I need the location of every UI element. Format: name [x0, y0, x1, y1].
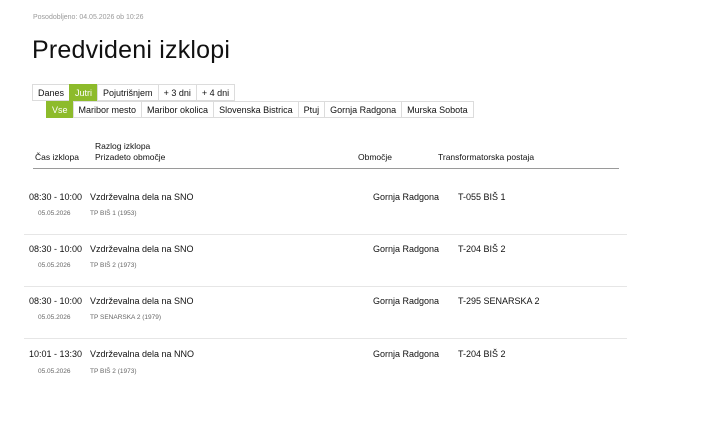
row-station: T-204 BIŠ 2 — [458, 244, 506, 254]
tab-ptuj[interactable]: Ptuj — [297, 101, 326, 118]
tab-plus-4-dni[interactable]: + 4 dni — [195, 84, 236, 101]
tab-jutri[interactable]: Jutri — [69, 84, 99, 101]
tab-murska-sobota[interactable]: Murska Sobota — [401, 101, 474, 118]
row-affected-area: TP SENARSKA 2 (1979) — [90, 314, 162, 321]
table-row: 08:30 - 10:00 05.05.2026 Vzdrževalna del… — [24, 234, 627, 287]
table-row: 10:01 - 13:30 05.05.2026 Vzdrževalna del… — [24, 338, 627, 390]
row-affected-area: TP BIŠ 2 (1973) — [90, 262, 137, 269]
tab-slovenska-bistrica[interactable]: Slovenska Bistrica — [213, 101, 299, 118]
column-header-area: Območje — [358, 152, 393, 162]
tab-danes[interactable]: Danes — [32, 84, 71, 101]
row-affected-area: TP BIŠ 1 (1953) — [90, 210, 137, 217]
table-row: 08:30 - 10:00 05.05.2026 Vzdrževalna del… — [24, 286, 627, 339]
tab-vse[interactable]: Vse — [46, 101, 74, 118]
column-header-affected: Prizadeto območje — [95, 152, 166, 162]
row-station: T-295 SENARSKA 2 — [458, 296, 540, 306]
row-time: 08:30 - 10:00 — [29, 244, 83, 254]
row-reason: Vzdrževalna dela na SNO — [90, 192, 194, 202]
tab-gornja-radgona[interactable]: Gornja Radgona — [324, 101, 403, 118]
row-station: T-055 BIŠ 1 — [458, 192, 506, 202]
row-area: Gornja Radgona — [373, 349, 440, 359]
row-reason: Vzdrževalna dela na NNO — [90, 349, 195, 359]
row-affected-area: TP BIŠ 2 (1973) — [90, 368, 137, 375]
row-area: Gornja Radgona — [373, 296, 440, 306]
row-date: 05.05.2026 — [38, 262, 71, 269]
row-time: 08:30 - 10:00 — [29, 296, 83, 306]
row-time: 10:01 - 13:30 — [29, 349, 83, 359]
table-header: Čas izklopa Razlog izklopa Prizadeto obm… — [33, 141, 619, 169]
page-title: Predvideni izklopi — [32, 36, 231, 64]
row-reason: Vzdrževalna dela na SNO — [90, 244, 194, 254]
row-reason: Vzdrževalna dela na SNO — [90, 296, 194, 306]
row-area: Gornja Radgona — [373, 244, 440, 254]
column-header-station: Transformatorska postaja — [438, 152, 535, 162]
column-header-reason: Razlog izklopa — [95, 141, 151, 151]
tab-pojutrisnjem[interactable]: Pojutrišnjem — [97, 84, 159, 101]
column-header-time: Čas izklopa — [35, 152, 79, 162]
table-row: 08:30 - 10:00 05.05.2026 Vzdrževalna del… — [24, 182, 627, 235]
tab-maribor-mesto[interactable]: Maribor mesto — [72, 101, 143, 118]
day-tabs: Danes Jutri Pojutrišnjem + 3 dni + 4 dni — [32, 84, 236, 101]
row-date: 05.05.2026 — [38, 314, 71, 321]
tab-maribor-okolica[interactable]: Maribor okolica — [141, 101, 215, 118]
area-tabs: Vse Maribor mesto Maribor okolica Sloven… — [46, 101, 474, 118]
row-date: 05.05.2026 — [38, 210, 71, 217]
row-date: 05.05.2026 — [38, 368, 71, 375]
row-area: Gornja Radgona — [373, 192, 440, 202]
last-updated: Posodobljeno: 04.05.2026 ob 10:26 — [33, 14, 144, 21]
row-station: T-204 BIŠ 2 — [458, 349, 506, 359]
row-time: 08:30 - 10:00 — [29, 192, 83, 202]
tab-plus-3-dni[interactable]: + 3 dni — [157, 84, 197, 101]
